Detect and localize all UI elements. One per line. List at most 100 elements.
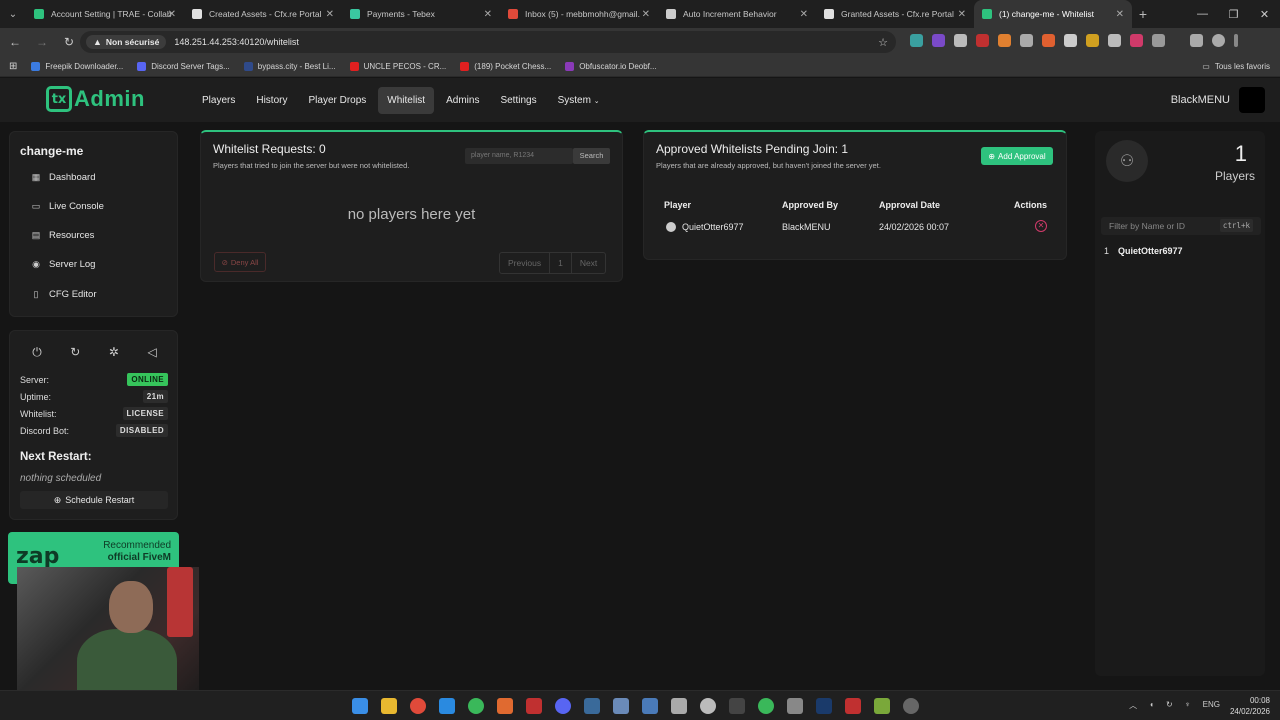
sidebar-item-server-log[interactable]: ◉ Server Log <box>30 259 95 270</box>
app-icon[interactable] <box>845 698 861 714</box>
bookmark-item[interactable]: bypass.city - Best Li... <box>243 61 336 71</box>
browser-tab[interactable]: Granted Assets - Cfx.re Portal ✕ <box>816 0 974 28</box>
close-icon[interactable]: ✕ <box>642 9 650 20</box>
address-bar[interactable]: ▲ Non sécurisé 148.251.44.253:40120/white… <box>80 31 896 53</box>
close-icon[interactable]: ✕ <box>958 9 966 20</box>
chevron-up-icon[interactable]: ︿ <box>1129 700 1137 711</box>
add-approval-button[interactable]: ⊕ Add Approval <box>981 147 1053 165</box>
app-icon[interactable] <box>903 698 919 714</box>
browser-tab[interactable]: Inbox (5) - mebbmohh@gmail. ✕ <box>500 0 658 28</box>
extension-icon[interactable] <box>1086 34 1099 47</box>
browser-tab-active[interactable]: (1) change-me - Whitelist ✕ <box>974 0 1132 28</box>
bookmark-star-icon[interactable]: ☆ <box>878 36 888 49</box>
bookmark-item[interactable]: UNCLE PECOS - CR... <box>349 61 446 71</box>
chrome-icon[interactable] <box>410 698 426 714</box>
app-icon[interactable] <box>671 698 687 714</box>
extension-icon[interactable] <box>1108 34 1121 47</box>
discord-icon[interactable] <box>555 698 571 714</box>
nav-admins[interactable]: Admins <box>437 87 488 114</box>
nav-settings[interactable]: Settings <box>491 87 545 114</box>
close-icon[interactable]: ✕ <box>800 9 808 20</box>
security-chip[interactable]: ▲ Non sécurisé <box>86 35 167 49</box>
reload-icon[interactable]: ↻ <box>57 30 81 54</box>
player-list-item[interactable]: 1 QuietOtter6977 <box>1104 246 1183 256</box>
new-tab-button[interactable]: + <box>1132 6 1154 22</box>
browser-tab[interactable]: Account Setting | TRAE - Collab ✕ <box>26 0 184 28</box>
url-text[interactable]: 148.251.44.253:40120/whitelist <box>174 37 299 47</box>
app-icon[interactable] <box>526 698 542 714</box>
bookmark-item[interactable]: Discord Server Tags... <box>137 61 230 71</box>
github-icon[interactable] <box>700 698 716 714</box>
nav-player-drops[interactable]: Player Drops <box>299 87 375 114</box>
extension-icon[interactable] <box>954 34 967 47</box>
search-button[interactable]: Search <box>573 148 610 164</box>
next-page-button[interactable]: Next <box>572 253 605 273</box>
extension-icon[interactable] <box>932 34 945 47</box>
previous-page-button[interactable]: Previous <box>500 253 551 273</box>
nav-players[interactable]: Players <box>193 87 244 114</box>
browser-tab[interactable]: Auto Increment Behavior ✕ <box>658 0 816 28</box>
approval-player-cell[interactable]: QuietOtter6977 <box>666 222 744 232</box>
kick-all-icon[interactable]: ✲ <box>109 345 119 360</box>
microphone-icon[interactable]: ♆ <box>1185 700 1191 711</box>
close-icon[interactable]: ✕ <box>326 9 334 20</box>
close-icon[interactable]: ✕ <box>1116 9 1124 20</box>
remove-approval-icon[interactable]: ✕ <box>1035 220 1047 232</box>
sync-icon[interactable]: ↻ <box>1166 700 1173 711</box>
maximize-icon[interactable]: ❐ <box>1218 0 1249 28</box>
bookmark-item[interactable]: (189) Pocket Chess... <box>460 61 551 71</box>
restart-icon[interactable]: ↻ <box>70 345 80 360</box>
app-icon[interactable] <box>874 698 890 714</box>
sidebar-item-resources[interactable]: ▤ Resources <box>30 230 95 241</box>
sidebar-item-cfg-editor[interactable]: ▯ CFG Editor <box>30 289 97 300</box>
sidebar-item-dashboard[interactable]: ▦ Dashboard <box>30 172 96 183</box>
nav-history[interactable]: History <box>247 87 296 114</box>
speaker-icon[interactable]: ◖ <box>1149 700 1154 711</box>
requests-search-input[interactable]: player name, R1234 <box>465 148 573 164</box>
menu-dots-icon[interactable] <box>1234 34 1238 47</box>
apps-grid-icon[interactable]: ⊞ <box>9 61 17 72</box>
close-icon[interactable]: ✕ <box>168 9 176 20</box>
windows-start-icon[interactable] <box>352 698 368 714</box>
minimize-icon[interactable]: — <box>1187 0 1218 28</box>
app-icon[interactable] <box>642 698 658 714</box>
power-off-icon[interactable]: ⏻ <box>32 345 42 360</box>
app-icon[interactable] <box>758 698 774 714</box>
back-arrow-icon[interactable]: ← <box>3 30 27 54</box>
taskbar-clock[interactable]: 00:08 24/02/2026 <box>1230 695 1270 717</box>
app-icon[interactable] <box>468 698 484 714</box>
sidebar-item-live-console[interactable]: ▭ Live Console <box>30 201 104 212</box>
steam-icon[interactable] <box>584 698 600 714</box>
photoshop-icon[interactable] <box>816 698 832 714</box>
deny-all-button[interactable]: ⊘ Deny All <box>214 252 266 272</box>
extension-icon[interactable] <box>998 34 1011 47</box>
bookmark-item[interactable]: Obfuscator.io Deobf... <box>565 61 657 71</box>
extension-icon[interactable] <box>1020 34 1033 47</box>
app-icon[interactable] <box>787 698 803 714</box>
nav-system[interactable]: System ⌄ <box>549 87 609 114</box>
extension-icon[interactable] <box>910 34 923 47</box>
vscode-icon[interactable] <box>439 698 455 714</box>
browser-tab[interactable]: Payments - Tebex ✕ <box>342 0 500 28</box>
nav-whitelist[interactable]: Whitelist <box>378 87 435 114</box>
app-icon[interactable] <box>497 698 513 714</box>
close-icon[interactable]: ✕ <box>484 9 492 20</box>
terminal-icon[interactable] <box>729 698 745 714</box>
schedule-restart-button[interactable]: ⊕ Schedule Restart <box>20 491 168 509</box>
extension-icon[interactable] <box>1064 34 1077 47</box>
page-number[interactable]: 1 <box>550 253 572 273</box>
txadmin-logo[interactable]: tx Admin <box>46 86 145 112</box>
close-window-icon[interactable]: ✕ <box>1249 0 1280 28</box>
puzzle-icon[interactable] <box>1152 34 1165 47</box>
all-bookmarks[interactable]: ▭ Tous les favoris <box>1202 62 1270 71</box>
download-icon[interactable] <box>1190 34 1203 47</box>
avatar[interactable] <box>1239 87 1265 113</box>
bookmark-item[interactable]: Freepik Downloader... <box>31 61 123 71</box>
file-explorer-icon[interactable] <box>381 698 397 714</box>
browser-tab[interactable]: Created Assets - Cfx.re Portal ✕ <box>184 0 342 28</box>
app-icon[interactable] <box>613 698 629 714</box>
language-indicator[interactable]: ENG <box>1203 700 1220 711</box>
username[interactable]: BlackMENU <box>1171 94 1230 106</box>
extension-icon[interactable] <box>1130 34 1143 47</box>
extension-icon[interactable] <box>976 34 989 47</box>
